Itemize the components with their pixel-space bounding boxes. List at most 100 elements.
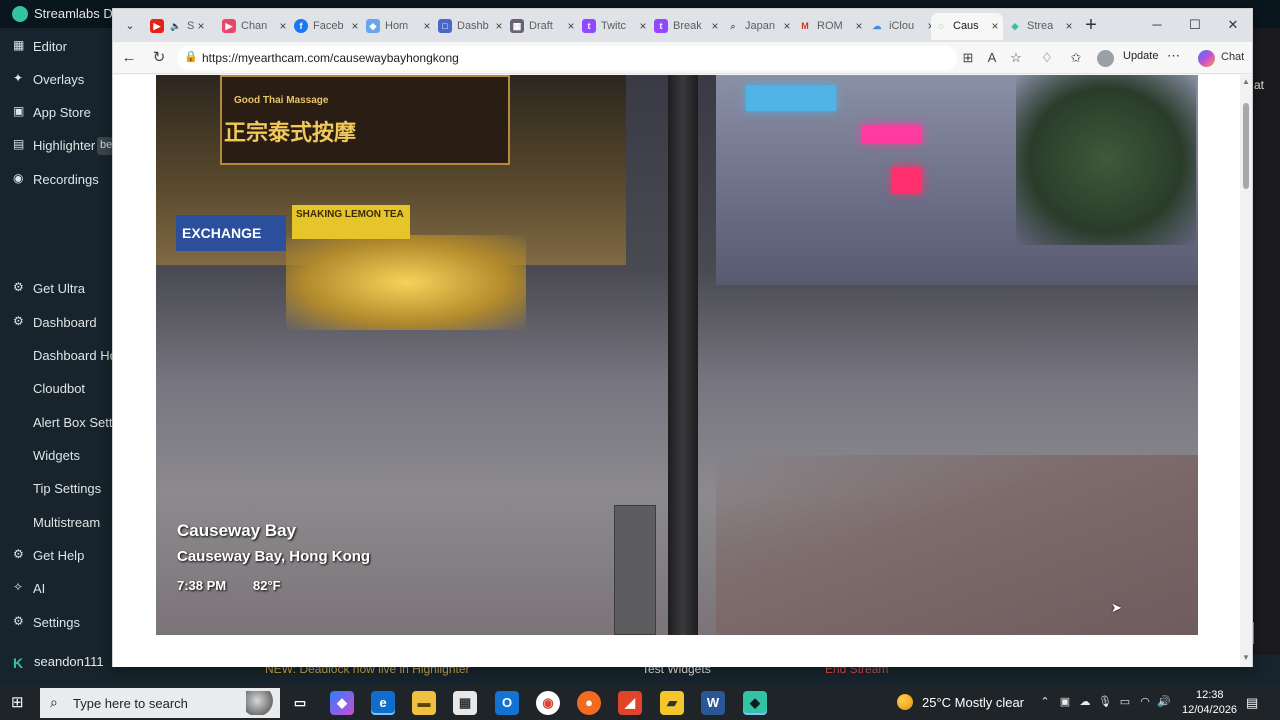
tab-actions-chevron-icon[interactable]: ⌄ bbox=[121, 17, 139, 35]
sidebar-item-tip-settings[interactable]: Tip Settings bbox=[0, 478, 112, 500]
close-icon[interactable]: × bbox=[709, 19, 721, 33]
speaker-icon[interactable]: 🔊 bbox=[1157, 695, 1171, 709]
sidebar-item-get-ultra[interactable]: ⚙ Get Ultra bbox=[0, 278, 112, 300]
browser-essentials-icon[interactable]: ♢ bbox=[1038, 49, 1056, 67]
profile-avatar-icon[interactable] bbox=[1097, 50, 1114, 67]
close-icon[interactable]: × bbox=[1063, 19, 1075, 33]
close-icon[interactable]: × bbox=[277, 19, 289, 33]
favorite-star-icon[interactable]: ☆ bbox=[1007, 49, 1025, 67]
sidebar-item-editor[interactable]: ▦ Editor bbox=[0, 36, 112, 58]
tab-streamlabs[interactable]: ◆ Strea × bbox=[1005, 13, 1077, 40]
task-view-icon[interactable]: ▭ bbox=[288, 691, 312, 715]
address-bar[interactable]: 🔒 https://myearthcam.com/causewaybayhong… bbox=[177, 46, 957, 70]
close-window-icon[interactable]: ✕ bbox=[1222, 15, 1244, 35]
tab-causeway[interactable]: ◌ Caus × bbox=[931, 13, 1003, 40]
tab-japan[interactable]: ⌕ Japan × bbox=[723, 13, 795, 40]
tab-draft[interactable]: ▦ Draft × bbox=[507, 13, 579, 40]
sidebar-item-settings[interactable]: ⚙ Settings bbox=[0, 612, 112, 634]
close-icon[interactable]: × bbox=[637, 19, 649, 33]
tab-channel[interactable]: ▶ Chan × bbox=[219, 13, 291, 40]
word-icon[interactable]: W bbox=[701, 691, 725, 715]
chrome-icon[interactable]: ◉ bbox=[536, 691, 560, 715]
chat-button[interactable]: Chat bbox=[1221, 51, 1244, 63]
weather-moon-icon[interactable] bbox=[897, 694, 913, 710]
url-text[interactable]: https://myearthcam.com/causewaybayhongko… bbox=[202, 51, 459, 65]
kick-icon: K bbox=[13, 655, 24, 671]
new-tab-plus-icon[interactable]: + bbox=[1081, 15, 1101, 35]
scroll-down-icon[interactable]: ▼ bbox=[1240, 653, 1252, 663]
sidebar-item-app-store[interactable]: ▣ App Store bbox=[0, 102, 112, 124]
close-icon[interactable]: × bbox=[565, 19, 577, 33]
sidebar-item-get-help[interactable]: ⚙ Get Help bbox=[0, 545, 112, 567]
close-icon[interactable]: × bbox=[195, 19, 207, 33]
clock-date[interactable]: 12/04/2026 bbox=[1182, 704, 1237, 716]
outlook-icon[interactable]: O bbox=[495, 691, 519, 715]
media-app-icon[interactable]: ◢ bbox=[618, 691, 642, 715]
taskbar-search[interactable]: ⌕ Type here to search bbox=[40, 688, 280, 718]
facebook-icon: f bbox=[294, 19, 308, 33]
sidebar-item-cloudbot[interactable]: Cloudbot bbox=[0, 378, 112, 400]
close-icon[interactable]: × bbox=[989, 19, 1001, 33]
minimize-icon[interactable]: ─ bbox=[1146, 15, 1168, 35]
streamlabs-app-icon[interactable]: ◆ bbox=[743, 691, 767, 715]
clock-time[interactable]: 12:38 bbox=[1196, 689, 1224, 701]
battery-icon[interactable]: ▭ bbox=[1118, 695, 1132, 709]
favorites-icon[interactable]: ✩ bbox=[1067, 49, 1085, 67]
show-hidden-icons-chevron-icon[interactable]: ⌃ bbox=[1038, 695, 1052, 709]
windows-start-icon[interactable]: ⊞ bbox=[11, 695, 27, 711]
close-icon[interactable]: × bbox=[421, 19, 433, 33]
microphone-icon[interactable]: 🎙 bbox=[1098, 695, 1112, 709]
search-placeholder: Type here to search bbox=[73, 696, 188, 711]
scroll-thumb[interactable] bbox=[1243, 103, 1249, 189]
microsoft-store-icon[interactable]: ▦ bbox=[453, 691, 477, 715]
tab-twitch[interactable]: t Twitc × bbox=[579, 13, 651, 40]
read-aloud-icon[interactable]: A bbox=[983, 49, 1001, 67]
sidebar-item-overlays[interactable]: ✦ Overlays bbox=[0, 69, 112, 91]
mouse-cursor-icon: ➤ bbox=[1111, 600, 1122, 615]
icloud-icon: ☁ bbox=[872, 21, 882, 31]
app-available-icon[interactable]: ⊞ bbox=[959, 49, 977, 67]
edge-app-icon[interactable]: e bbox=[371, 691, 395, 715]
copilot-icon[interactable] bbox=[1198, 50, 1215, 67]
maximize-icon[interactable]: ☐ bbox=[1184, 15, 1206, 35]
dashboard-icon: □ bbox=[438, 19, 452, 33]
close-icon[interactable]: × bbox=[493, 19, 505, 33]
sidebar-item-highlighter[interactable]: ▤ Highlighter bbox=[0, 135, 112, 157]
more-options-icon[interactable]: ⋯ bbox=[1167, 48, 1180, 64]
close-icon[interactable]: × bbox=[781, 19, 793, 33]
tab-gmail[interactable]: M ROM × bbox=[795, 13, 867, 40]
scroll-up-icon[interactable]: ▲ bbox=[1240, 77, 1252, 87]
tab-icloud[interactable]: ☁ iClou × bbox=[867, 13, 939, 40]
back-arrow-icon[interactable]: ← bbox=[120, 49, 138, 67]
update-button[interactable]: Update bbox=[1123, 50, 1158, 62]
sidebar-item-dashboard[interactable]: ⚙ Dashboard bbox=[0, 312, 112, 334]
close-icon[interactable]: × bbox=[349, 19, 361, 33]
sticky-notes-icon[interactable]: ▰ bbox=[660, 691, 684, 715]
tab-break[interactable]: t Break × bbox=[651, 13, 723, 40]
tray-app-icon[interactable]: ▣ bbox=[1058, 695, 1072, 709]
sidebar-item-widgets[interactable]: Widgets bbox=[0, 445, 112, 467]
file-explorer-icon[interactable]: ▬ bbox=[412, 691, 436, 715]
tab-dashboard[interactable]: □ Dashb × bbox=[435, 13, 507, 40]
webcam-video[interactable]: Good Thai Massage 正宗泰式按摩 EXCHANGE SHAKIN… bbox=[156, 75, 1198, 635]
onedrive-icon[interactable]: ☁ bbox=[1078, 695, 1092, 709]
streamlabs-sidebar: ▦ Editor ✦ Overlays ▣ App Store ▤ Highlighte… bbox=[0, 28, 112, 686]
refresh-icon[interactable]: ↻ bbox=[150, 49, 168, 67]
username[interactable]: seandon111 bbox=[34, 654, 104, 669]
tab-youtube[interactable]: ▶ 🔈 S × bbox=[147, 13, 209, 40]
sidebar-item-recordings[interactable]: ◉ Recordings bbox=[0, 169, 112, 191]
sidebar-item-ai[interactable]: ✧ AI bbox=[0, 578, 112, 600]
twitch-icon: t bbox=[582, 19, 596, 33]
sidebar-item-multistream[interactable]: Multistream bbox=[0, 512, 112, 534]
tab-home[interactable]: ◆ Hom × bbox=[363, 13, 435, 40]
sidebar-item-dashboard-home[interactable]: Dashboard Hor bbox=[0, 345, 112, 367]
notification-icon[interactable]: ▤ bbox=[1246, 695, 1262, 711]
tab-facebook[interactable]: f Faceb × bbox=[291, 13, 363, 40]
sidebar-item-alert-box[interactable]: Alert Box Settin bbox=[0, 412, 112, 434]
weather-text[interactable]: 25°C Mostly clear bbox=[922, 695, 1024, 710]
close-icon[interactable]: × bbox=[853, 19, 865, 33]
firefox-icon[interactable]: ● bbox=[577, 691, 601, 715]
copilot-app-icon[interactable]: ◆ bbox=[330, 691, 354, 715]
wifi-icon[interactable]: ◠ bbox=[1138, 695, 1152, 709]
page-scrollbar[interactable]: ▲ ▼ bbox=[1240, 75, 1252, 667]
